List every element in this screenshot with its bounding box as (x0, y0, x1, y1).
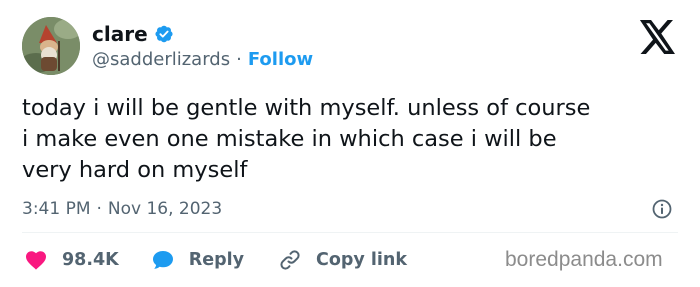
display-name[interactable]: clare (92, 22, 148, 46)
heart-icon (24, 248, 48, 272)
speech-bubble-icon (151, 248, 175, 272)
divider (22, 232, 678, 233)
copy-link-button[interactable]: Copy link (278, 248, 407, 272)
follow-button[interactable]: Follow (248, 49, 313, 71)
author-handle-row: @sadderlizards · Follow (92, 49, 313, 71)
avatar[interactable] (22, 17, 80, 75)
tweet-date[interactable]: Nov 16, 2023 (108, 198, 222, 220)
info-icon[interactable] (652, 199, 672, 219)
reply-button[interactable]: Reply (151, 248, 244, 272)
author-name-row[interactable]: clare (92, 22, 174, 46)
verified-badge-icon (154, 24, 174, 44)
reply-label: Reply (188, 250, 245, 270)
link-icon (278, 248, 302, 272)
timestamp-separator: · (96, 199, 102, 219)
tweet-time[interactable]: 3:41 PM (22, 198, 91, 220)
watermark: boredpanda.com (505, 248, 663, 271)
avatar-image (22, 17, 80, 75)
author-handle[interactable]: @sadderlizards (92, 49, 230, 71)
separator-dot: · (236, 49, 242, 70)
tweet-timestamp[interactable]: 3:41 PM · Nov 16, 2023 (22, 198, 222, 220)
copy-link-label: Copy link (316, 250, 408, 270)
tweet-text: today i will be gentle with myself. unle… (22, 95, 591, 183)
x-logo-icon[interactable] (639, 20, 677, 54)
action-bar: 98.4K Reply Copy link (22, 245, 407, 275)
likes-count: 98.4K (62, 250, 119, 270)
like-button[interactable]: 98.4K (24, 248, 119, 272)
